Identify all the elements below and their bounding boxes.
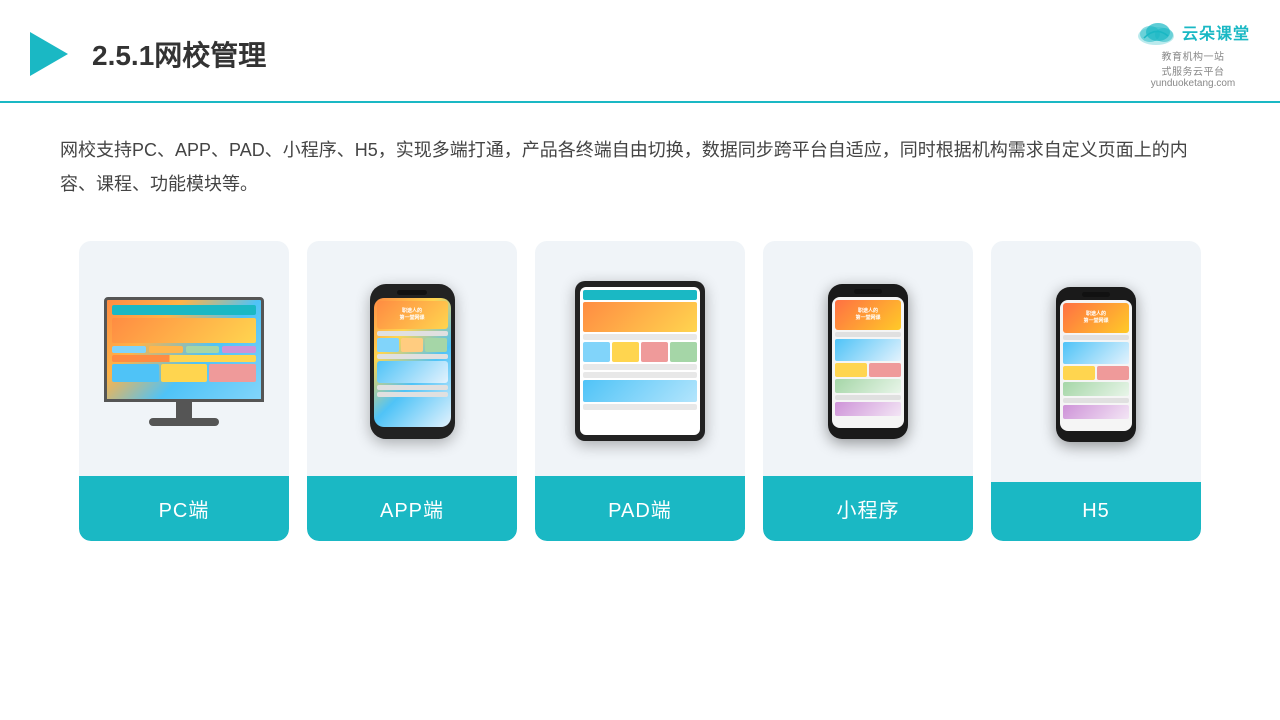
miniprogram-image-area: 职途人的第一堂网课 — [763, 241, 973, 476]
tablet-row-1 — [583, 334, 697, 340]
h5-phone-card3 — [1063, 405, 1129, 419]
h5-phone-text: 职途人的第一堂网课 — [1083, 311, 1108, 325]
logo-tagline: 教育机构一站 式服务云平台 — [1161, 48, 1224, 78]
tablet-banner — [583, 302, 697, 332]
h5-phone-screen-inner: 职途人的第一堂网课 — [1060, 300, 1132, 422]
h5-phone-notch — [1082, 292, 1110, 297]
h5-phone-row-1 — [1063, 335, 1129, 340]
phone-notch — [397, 290, 427, 295]
card-pad: PAD端 — [535, 241, 745, 541]
mini-phone-card3 — [835, 402, 901, 416]
phone-row-3 — [377, 385, 448, 390]
pc-monitor-mockup — [94, 297, 274, 426]
header-left: 2.5.1网校管理 — [30, 32, 266, 76]
mini-phone-notch — [854, 289, 882, 294]
app-phone-mockup: 职途人的第一堂网课 — [370, 284, 455, 439]
card-pc: PC端 — [79, 241, 289, 541]
device-cards-container: PC端 职途人的第一堂网课 — [0, 211, 1280, 571]
app-label: APP端 — [307, 476, 517, 541]
logo-text: 云朵课堂 — [1182, 20, 1250, 44]
monitor-neck — [176, 402, 192, 418]
tablet-header — [583, 290, 697, 300]
logo-cloud: 云朵课堂 — [1136, 18, 1250, 46]
phone-screen: 职途人的第一堂网课 — [374, 298, 451, 427]
card-app: 职途人的第一堂网课 APP端 — [307, 241, 517, 541]
phone-row-4 — [377, 392, 448, 397]
h5-phone-card — [1063, 342, 1129, 364]
miniprogram-phone-mockup: 职途人的第一堂网课 — [828, 284, 908, 439]
card-h5: 职途人的第一堂网课 H5 — [991, 241, 1201, 541]
miniprogram-label: 小程序 — [763, 476, 973, 541]
screen-cards — [112, 364, 256, 382]
tablet-mockup — [575, 281, 705, 441]
monitor-screen — [104, 297, 264, 402]
pc-label: PC端 — [79, 476, 289, 541]
mini-phone-banner: 职途人的第一堂网课 — [835, 300, 901, 330]
phone-grid — [377, 338, 448, 352]
tablet-row-2 — [583, 364, 697, 370]
card-miniprogram: 职途人的第一堂网课 小程序 — [763, 241, 973, 541]
tablet-row-3 — [583, 372, 697, 378]
tablet-cards — [583, 342, 697, 362]
page-header: 2.5.1网校管理 云朵课堂 教育机构一站 式服务云平台 yunduoketan… — [0, 0, 1280, 103]
mini-phone-row-1 — [835, 332, 901, 337]
screen-row2 — [112, 346, 256, 353]
screen-row — [112, 355, 256, 362]
tablet-row-4 — [583, 404, 697, 410]
description-paragraph: 网校支持PC、APP、PAD、小程序、H5，实现多端打通，产品各终端自由切换，数… — [60, 133, 1220, 201]
mini-phone-card — [835, 339, 901, 361]
h5-phone-grid — [1063, 366, 1129, 380]
h5-phone-banner: 职途人的第一堂网课 — [1063, 303, 1129, 333]
mini-phone-screen-inner: 职途人的第一堂网课 — [832, 297, 904, 419]
mini-phone-screen: 职途人的第一堂网课 — [832, 297, 904, 428]
pad-label: PAD端 — [535, 476, 745, 541]
logo-area: 云朵课堂 教育机构一站 式服务云平台 yunduoketang.com — [1136, 18, 1250, 89]
pc-image-area — [79, 241, 289, 476]
h5-phone-mockup: 职途人的第一堂网课 — [1056, 287, 1136, 442]
mini-phone-row-2 — [835, 395, 901, 400]
tablet-card-big — [583, 380, 697, 402]
mini-phone-card2 — [835, 379, 901, 393]
screen-header-bar — [112, 305, 256, 315]
page-title: 2.5.1网校管理 — [92, 34, 266, 74]
screen-banner — [112, 318, 256, 343]
description-text: 网校支持PC、APP、PAD、小程序、H5，实现多端打通，产品各终端自由切换，数… — [0, 103, 1280, 211]
mini-phone-text: 职途人的第一堂网课 — [855, 308, 880, 322]
phone-row-2 — [377, 354, 448, 359]
app-image-area: 职途人的第一堂网课 — [307, 241, 517, 476]
phone-banner-text: 职途人的第一堂网课 — [399, 308, 424, 321]
monitor-base — [149, 418, 219, 426]
phone-card — [377, 361, 448, 383]
tablet-screen — [580, 287, 700, 435]
h5-label: H5 — [991, 482, 1201, 541]
h5-phone-row-2 — [1063, 398, 1129, 403]
cloud-icon — [1136, 18, 1176, 46]
logo-url: yunduoketang.com — [1151, 78, 1236, 89]
screen-content — [112, 305, 256, 394]
h5-image-area: 职途人的第一堂网课 — [991, 241, 1201, 482]
h5-phone-screen: 职途人的第一堂网课 — [1060, 300, 1132, 431]
pad-image-area — [535, 241, 745, 476]
tablet-screen-content — [580, 287, 700, 415]
h5-phone-card2 — [1063, 382, 1129, 396]
phone-row-1 — [377, 331, 448, 336]
play-icon — [30, 32, 68, 76]
phone-banner: 职途人的第一堂网课 — [377, 301, 448, 329]
phone-screen-content: 职途人的第一堂网课 — [374, 298, 451, 402]
mini-phone-grid — [835, 363, 901, 377]
